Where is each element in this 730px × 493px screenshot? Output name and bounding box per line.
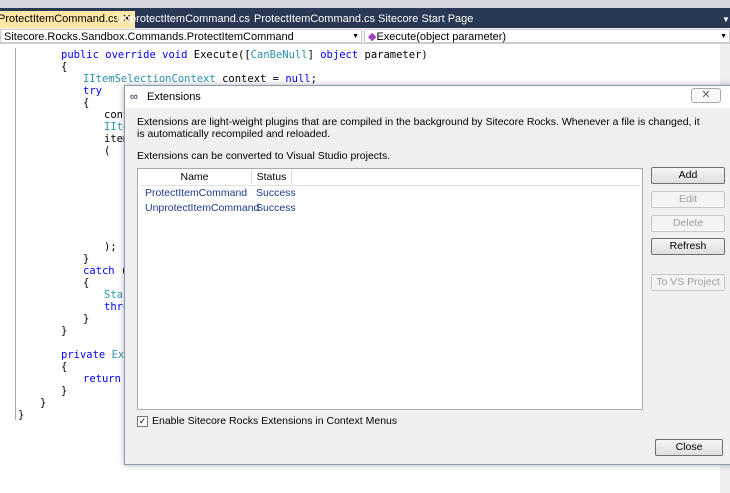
code-token: }	[40, 397, 47, 409]
code-line: }	[83, 253, 89, 265]
dialog-title: Extensions	[147, 91, 201, 103]
code-token: {	[61, 361, 68, 373]
code-line: IItemSelectionContext context = null;	[83, 73, 317, 85]
member-combo[interactable]: ◆Execute(object parameter) ▼	[364, 29, 730, 43]
code-line: }	[61, 385, 67, 397]
code-token: object	[320, 49, 359, 61]
extension-status: Success	[256, 202, 296, 214]
code-line: }	[40, 397, 46, 409]
code-token: parameter)	[358, 49, 428, 61]
column-header-name[interactable]: Name	[138, 170, 252, 184]
code-token: }	[83, 253, 90, 265]
code-token: context =	[215, 73, 286, 85]
code-line: }	[61, 325, 67, 337]
code-token: ]	[307, 49, 321, 61]
add-button[interactable]: Add	[651, 167, 725, 184]
tab-sitecore-start-page[interactable]: Sitecore Start Page	[374, 11, 477, 28]
extensions-icon: ∞	[130, 91, 138, 103]
code-token: {	[83, 97, 90, 109]
navigation-bar: Sitecore.Rocks.Sandbox.Commands.ProtectI…	[0, 28, 730, 44]
chevron-down-icon: ▼	[352, 33, 359, 40]
tab-overflow-icon[interactable]: ▼	[718, 11, 730, 28]
code-token: }	[83, 313, 90, 325]
code-token: try	[83, 85, 102, 97]
close-icon[interactable]: ✕	[691, 88, 721, 103]
dialog-titlebar: ∞ Extensions ✕	[125, 86, 730, 108]
member-combo-value: Execute(object parameter)	[376, 31, 507, 43]
code-token: public override void	[61, 49, 194, 61]
dialog-description-convert: Extensions can be converted to Visual St…	[137, 150, 391, 162]
code-line: try	[83, 85, 102, 97]
code-line: }	[83, 313, 89, 325]
extension-name: ProtectItemCommand	[145, 187, 248, 199]
code-token: }	[61, 325, 68, 337]
code-token: return	[83, 373, 121, 385]
code-line: (	[104, 145, 110, 157]
column-header-status[interactable]: Status	[252, 170, 292, 184]
extension-name: UnprotectItemCommand	[145, 202, 260, 214]
enable-extensions-label: Enable Sitecore Rocks Extensions in Cont…	[152, 415, 398, 427]
code-token: (	[104, 145, 111, 157]
code-token: ;	[310, 73, 317, 85]
type-combo[interactable]: Sitecore.Rocks.Sandbox.Commands.ProtectI…	[0, 29, 362, 43]
code-token: Execute([	[193, 49, 251, 61]
code-token: {	[83, 277, 90, 289]
extensions-dialog: ∞ Extensions ✕ Extensions are light-weig…	[124, 85, 730, 465]
code-token: );	[104, 241, 117, 253]
code-token: }	[18, 409, 25, 421]
document-tab-bar: ProtectItemCommand.cs ✕ UnprotectItemCom…	[0, 8, 730, 28]
code-token: catch	[83, 265, 115, 277]
tab-unprotectitemcommand[interactable]: UnprotectItemCommand.cs	[112, 11, 254, 28]
delete-button[interactable]: Delete	[651, 215, 725, 232]
extension-status: Success	[256, 187, 296, 199]
code-token: {	[61, 61, 68, 73]
code-token: CanBeNull	[250, 49, 308, 61]
code-token: IItemSelectionContext	[83, 73, 216, 85]
code-line: }	[18, 409, 24, 421]
tab-protectitemcommand[interactable]: ProtectItemCommand.cs	[250, 11, 379, 28]
extensions-list[interactable]: Name Status ProtectItemCommand Success U…	[137, 168, 643, 410]
edit-button[interactable]: Edit	[651, 191, 725, 208]
outline-gutter	[15, 48, 16, 420]
tab-label: ProtectItemCommand.cs	[0, 13, 120, 25]
chevron-down-icon: ▼	[720, 33, 727, 40]
refresh-button[interactable]: Refresh	[651, 238, 725, 255]
dialog-description: Extensions are light-weight plugins that…	[137, 116, 700, 140]
close-button[interactable]: Close	[655, 439, 723, 456]
code-token: }	[61, 385, 68, 397]
code-line: public override void Execute([CanBeNull]…	[61, 49, 428, 61]
code-line: {	[83, 277, 89, 289]
to-vs-project-button[interactable]: To VS Project	[651, 274, 725, 291]
code-line: {	[61, 361, 67, 373]
code-token: null	[285, 73, 311, 85]
code-line: {	[83, 97, 89, 109]
type-combo-value: Sitecore.Rocks.Sandbox.Commands.ProtectI…	[4, 31, 294, 43]
window-title-strip	[0, 0, 730, 8]
code-token: private	[61, 349, 112, 361]
code-line: );	[104, 241, 117, 253]
code-line: {	[61, 61, 67, 73]
enable-extensions-checkbox[interactable]: ✓	[137, 416, 148, 427]
